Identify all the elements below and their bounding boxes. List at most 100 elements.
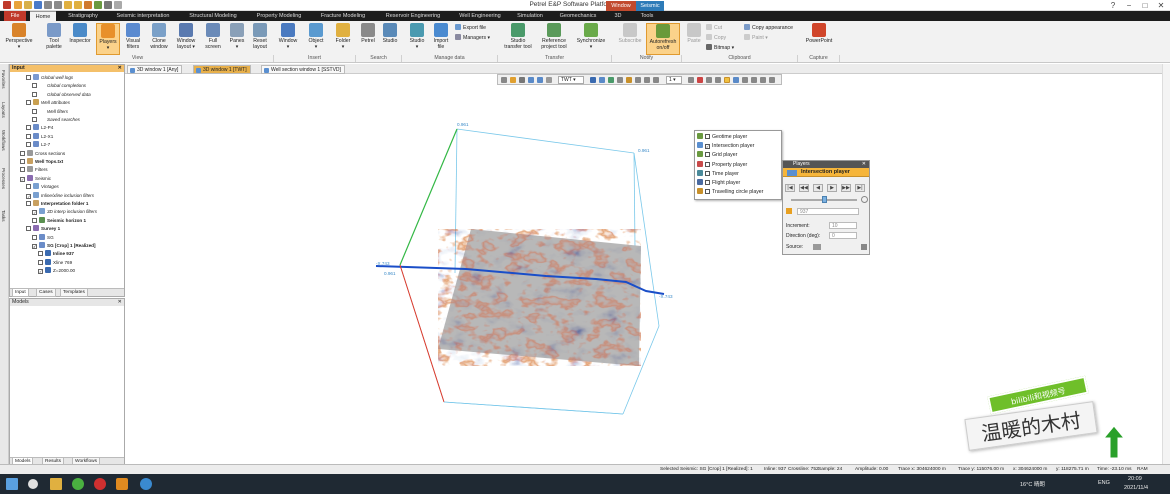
tree-item[interactable]: ✓ 3D interp inclusion filters [32,208,97,216]
view-all-icon[interactable] [501,77,507,83]
tree-item[interactable]: Xline 769 [38,258,72,266]
tree-item[interactable]: L2-7 [26,141,50,148]
tree-checkbox[interactable]: ✓ [32,244,37,249]
window-tab-3d-twt[interactable]: 3D window 1 [TWT] [193,65,251,74]
player-checkbox[interactable] [705,180,710,185]
window-tab-well-section[interactable]: Well section window 1 [SSTVD] [261,65,345,74]
tree-item[interactable]: Inline 937 [38,250,74,257]
tree-checkbox[interactable] [38,259,43,265]
zoom-select[interactable]: 1 ▾ [666,76,682,84]
visual-filters-button[interactable]: Visual filters [122,23,144,55]
side-tab-tasks[interactable]: Tasks [1,210,6,222]
import-file-button[interactable]: Import file [430,23,452,55]
tree-item[interactable]: Cross sections [20,149,65,157]
frame-slider-thumb[interactable] [822,196,827,203]
tree-item[interactable]: Seismic horizon 1 [32,216,86,224]
tree-item[interactable]: Well Tops.txt [20,158,63,165]
loop-icon[interactable] [861,196,868,203]
rewind-button[interactable]: ◀◀ [799,184,809,192]
tab-seismic-interpretation[interactable]: Seismic interpretation [110,11,176,21]
player-checkbox[interactable]: ✓ [705,144,710,150]
tab-structural-modeling[interactable]: Structural Modeling [182,11,244,21]
rotate-icon[interactable] [537,77,543,83]
save-icon[interactable] [34,1,42,9]
paste-button[interactable]: Paste [684,23,704,55]
tool-palette-button[interactable]: Tool palette [42,23,66,55]
tree-item[interactable]: Interpretation folder 1 [26,200,88,207]
tree-item[interactable]: SG [32,233,54,241]
paint-button[interactable]: Paint ▾ [744,34,768,41]
side-tab-processes[interactable]: Processes [1,168,6,189]
tree-checkbox[interactable] [32,217,37,223]
minimize-button[interactable]: − [1122,1,1136,10]
search-petrel-button[interactable]: Petrel [358,23,378,55]
reference-project-tool-button[interactable]: Reference project tool [538,23,570,55]
zoom-icon[interactable] [528,77,534,83]
player-list-item[interactable]: Flight player [697,179,740,188]
eye-icon[interactable] [608,77,614,83]
settings-icon[interactable] [769,77,775,83]
tree-checkbox[interactable] [32,91,37,97]
tree-checkbox[interactable] [26,142,31,148]
player-checkbox[interactable] [705,170,710,176]
snap-icon[interactable] [706,77,712,83]
tree-item[interactable]: Global completions [32,82,86,89]
tab-input[interactable]: Input [12,289,29,297]
tree-item[interactable]: Well attributes [26,99,70,106]
tree-checkbox[interactable] [26,226,31,232]
undo-icon[interactable] [44,1,52,9]
tree-item[interactable]: L2-P4 [26,124,53,131]
tree-item[interactable]: Well filters [32,108,68,115]
tree-item[interactable]: L2-X1 [26,132,53,140]
search-icon[interactable] [28,479,38,489]
tree-checkbox[interactable] [20,167,25,173]
viewport-scrollbar[interactable] [1162,64,1170,464]
player-list-item[interactable]: Time player [697,169,739,179]
bitmap-button[interactable]: Bitmap ▾ [706,44,734,51]
tab-templates[interactable]: Templates [60,289,88,297]
panes-button[interactable]: Panes ▾ [226,23,248,55]
start-icon[interactable] [6,478,18,490]
tab-tools[interactable]: Tools [634,11,660,21]
domain-select[interactable]: TWT ▾ [558,76,584,84]
cut-button[interactable]: Cut [706,24,722,31]
player-checkbox[interactable] [705,152,710,158]
customize-icon[interactable] [114,1,122,9]
tree-checkbox[interactable] [26,201,31,206]
step-back-button[interactable]: ◀ [813,184,823,192]
camera-icon[interactable] [626,77,632,83]
tab-geomechanics[interactable]: Geomechanics [556,11,600,21]
section-icon[interactable] [653,77,659,83]
ortho-icon[interactable] [688,77,694,83]
side-tab-favorites[interactable]: Favorites [1,70,6,89]
studio-transfer-tool-button[interactable]: Studio transfer tool [502,23,534,55]
pick-icon[interactable] [697,77,703,83]
tab-well-engineering[interactable]: Well Engineering [452,11,508,21]
player-list-item[interactable]: Grid player [697,151,737,160]
player-toggle-icon[interactable] [724,77,730,83]
clone-window-button[interactable]: Clone window [148,23,170,55]
full-screen-button[interactable]: Full screen [202,23,224,55]
reset-layout-button[interactable]: Reset layout [250,23,270,55]
tree-checkbox[interactable] [26,125,31,131]
side-tab-layouts[interactable]: Layouts [1,102,6,118]
tab-simulation[interactable]: Simulation [512,11,548,21]
player-list-item[interactable]: Travelling circle player [697,188,763,197]
perspective-button[interactable]: Perspective ▾ [4,23,34,55]
side-tab-workflows[interactable]: Workflows [1,130,6,151]
bbox-icon[interactable] [644,77,650,83]
manage-studio-button[interactable]: Studio ▾ [406,23,428,55]
tree-checkbox[interactable] [32,83,37,89]
select-icon[interactable] [510,77,516,83]
copy-appearance-button[interactable]: Copy appearance [744,24,793,31]
tree-checkbox[interactable] [20,159,25,164]
language-indicator[interactable]: ENG [1098,480,1110,486]
tab-seismic-context[interactable]: Seismic [636,1,664,11]
north-icon[interactable] [599,77,605,83]
window-icon[interactable] [84,1,92,9]
clock-date[interactable]: 2021/11/4 [1124,485,1148,491]
close-icon[interactable]: ✕ [118,299,122,306]
explorer-icon[interactable] [50,478,62,490]
tree-item[interactable]: Filters [20,166,48,173]
tab-3d[interactable]: 3D [608,11,628,21]
